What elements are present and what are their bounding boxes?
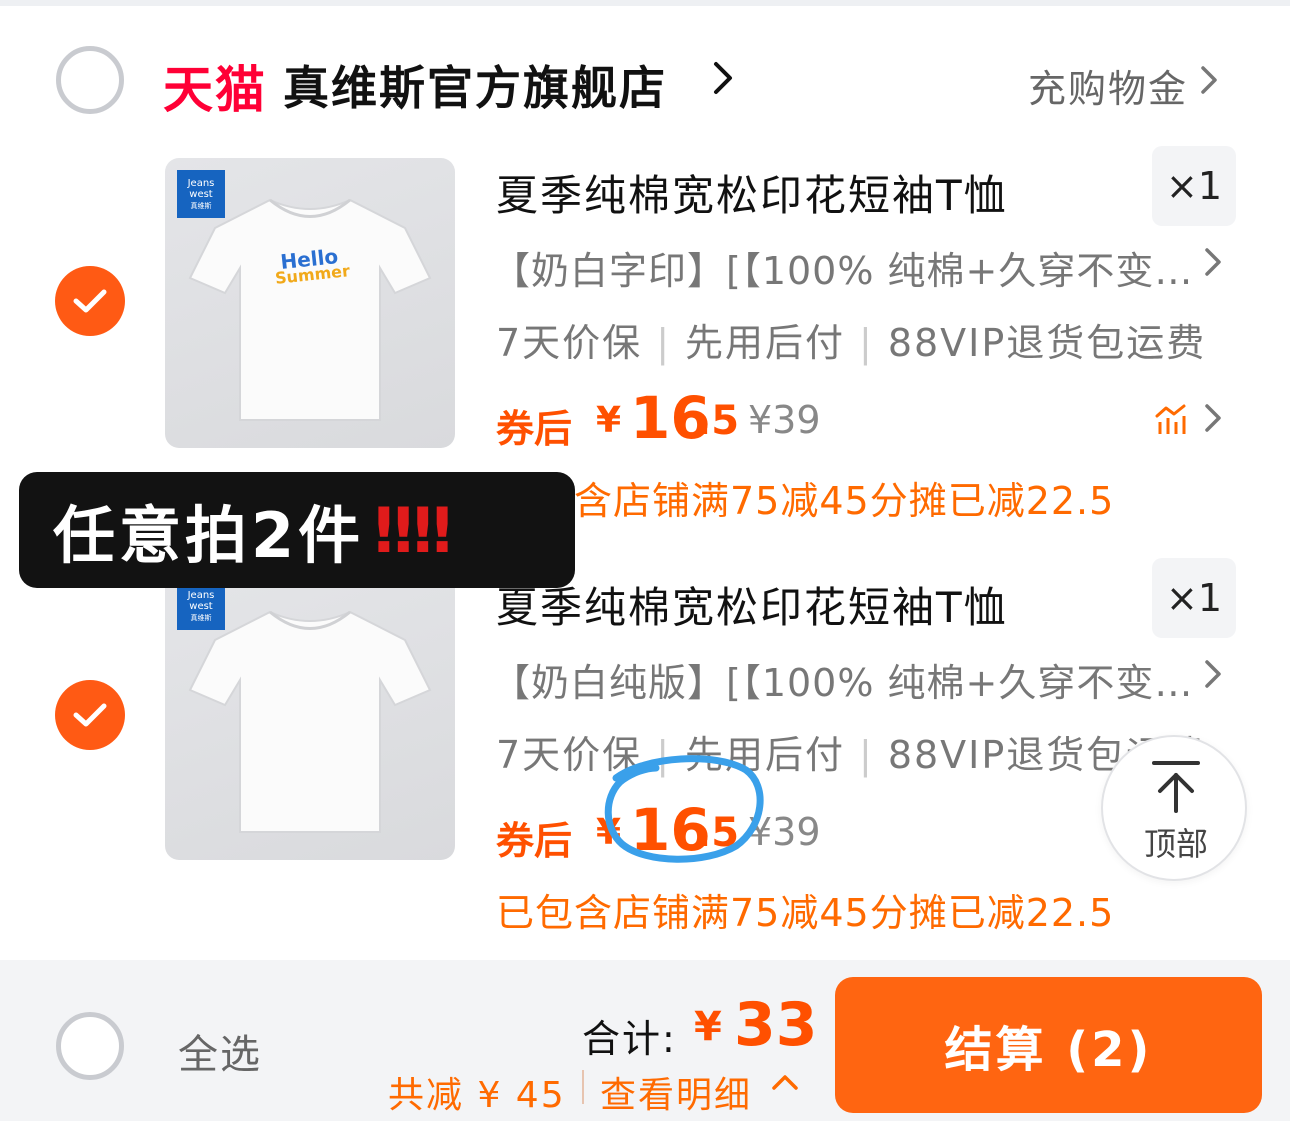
total-label: 合计:	[582, 1017, 677, 1061]
checkmark-icon	[73, 703, 107, 727]
price-trend-icon[interactable]	[1154, 402, 1194, 436]
item-1-checkbox[interactable]	[55, 266, 125, 336]
chevron-up-icon[interactable]	[770, 1072, 800, 1092]
arrow-up-to-top-icon	[1152, 761, 1200, 813]
brand-logo: Jeans west 真维斯	[177, 582, 225, 630]
sku-chevron-right-icon[interactable]	[1204, 246, 1222, 278]
select-all-label[interactable]: 全选	[178, 1022, 262, 1080]
shop-name[interactable]: 真维斯官方旗舰店	[283, 52, 667, 118]
shop-chevron-right-icon[interactable]	[712, 60, 734, 96]
service-tag: 7天价保	[496, 321, 643, 365]
tshirt-icon: Hello Summer	[188, 198, 432, 421]
promo-caption-text: 任意拍2件	[53, 499, 365, 572]
total-value: 33	[734, 990, 818, 1060]
annotation-circle	[604, 755, 764, 863]
price-trend-chevron-icon[interactable]	[1204, 402, 1222, 434]
item-1-after-coupon-label: 券后	[496, 407, 573, 451]
item-1-sku[interactable]: 【奶白字印】[【100% 纯棉+久穿不变…	[492, 240, 1193, 295]
item-2-image[interactable]: Jeans west 真维斯	[165, 570, 455, 860]
item-1-quantity[interactable]: ×1	[1152, 146, 1236, 226]
item-2-checkbox[interactable]	[55, 680, 125, 750]
double-exclamation-icon: ‼‼	[374, 493, 452, 567]
item-2-after-coupon-label: 券后	[496, 819, 573, 863]
divider	[582, 1070, 584, 1104]
item-2-title[interactable]: 夏季纯棉宽松印花短袖T恤	[496, 574, 1008, 635]
item-1-discount-note: 已包含店铺满75减45分摊已减22.5	[496, 479, 1115, 523]
top-divider	[0, 0, 1290, 6]
total-currency: ¥	[694, 1004, 722, 1050]
sku-chevron-right-icon[interactable]	[1204, 658, 1222, 690]
currency-symbol: ¥	[596, 400, 622, 441]
view-detail-link[interactable]: 查看明细	[600, 1066, 752, 1118]
cart-screen: 天猫 真维斯官方旗舰店 充购物金 Jeans west 真维斯 Hello Summ…	[0, 0, 1290, 1121]
item-2-discount-note: 已包含店铺满75减45分摊已减22.5	[496, 891, 1115, 935]
promo-caption-overlay: 任意拍2件 ‼‼	[19, 472, 575, 588]
select-all-radio[interactable]	[56, 1012, 124, 1080]
service-tag: 先用后付	[685, 321, 846, 365]
item-1-services: 7天价保 | 先用后付 | 88VIP退货包运费	[496, 321, 1207, 365]
item-1-original-price: ¥39	[748, 398, 821, 442]
item-1-image[interactable]: Jeans west 真维斯 Hello Summer	[165, 158, 455, 448]
gold-chevron-right-icon[interactable]	[1200, 64, 1218, 96]
checkout-button[interactable]: 结算 (2)	[835, 977, 1262, 1113]
item-1-price-decimal: .5	[696, 398, 740, 444]
checkmark-icon	[73, 289, 107, 313]
item-1-title[interactable]: 夏季纯棉宽松印花短袖T恤	[496, 162, 1008, 223]
service-tag: 88VIP退货包运费	[887, 321, 1207, 365]
total-saved: 共减 ¥ 45	[388, 1075, 566, 1116]
item-2-quantity[interactable]: ×1	[1152, 558, 1236, 638]
back-to-top-button[interactable]: 顶部	[1101, 735, 1247, 881]
item-2-sku[interactable]: 【奶白纯版】[【100% 纯棉+久穿不变…	[492, 652, 1193, 707]
tmall-logo: 天猫	[163, 61, 267, 119]
back-to-top-label: 顶部	[1143, 825, 1208, 863]
shop-select-radio[interactable]	[56, 46, 124, 114]
gold-recharge-link[interactable]: 充购物金	[1028, 58, 1188, 113]
